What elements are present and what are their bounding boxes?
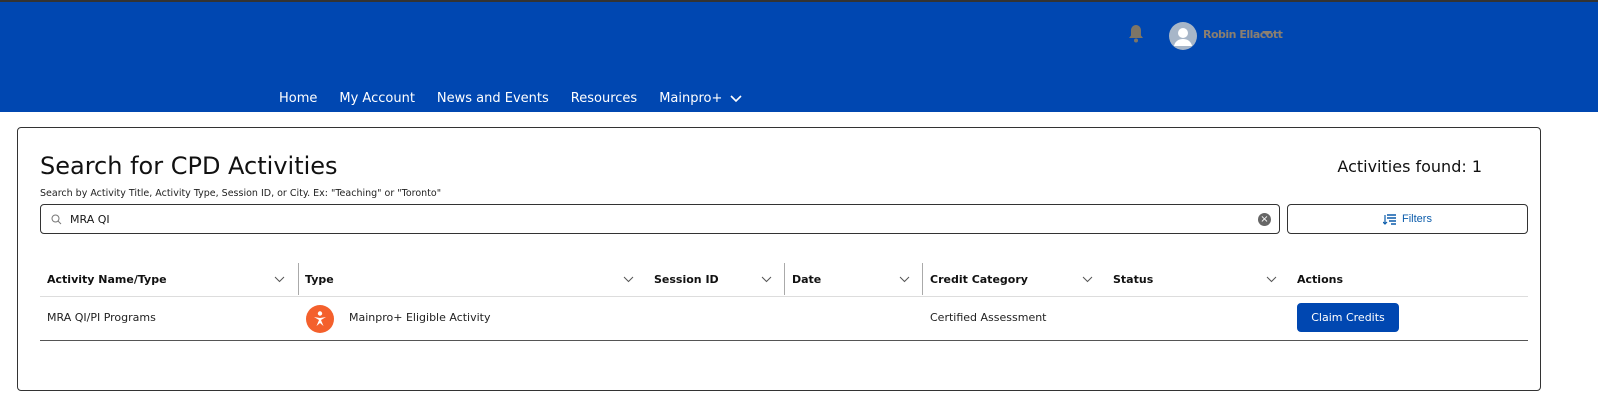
nav-mainpro-label: Mainpro+ [659, 91, 723, 106]
search-icon [51, 214, 62, 224]
col-date[interactable]: Date [792, 273, 821, 286]
search-box: × [40, 204, 1280, 234]
column-divider [784, 263, 785, 295]
table-bottom-border [40, 340, 1528, 341]
column-divider [298, 263, 299, 295]
chevron-down-icon[interactable] [623, 276, 634, 283]
search-input[interactable] [70, 212, 1279, 226]
header-divider [40, 296, 1528, 297]
col-session-id[interactable]: Session ID [654, 273, 719, 286]
chevron-down-icon[interactable] [274, 276, 285, 283]
chevron-down-icon[interactable] [899, 276, 910, 283]
nav-news-and-events[interactable]: News and Events [437, 91, 549, 106]
nav-home[interactable]: Home [279, 91, 317, 106]
clear-icon[interactable]: × [1258, 213, 1271, 226]
chevron-down-icon[interactable] [761, 276, 772, 283]
top-header: Robin Ellacott Home My Account News and … [0, 0, 1598, 112]
chevron-down-icon[interactable] [1082, 276, 1093, 283]
activities-found: Activities found: 1 [1337, 157, 1482, 176]
search-card: Search for CPD Activities Activities fou… [17, 127, 1541, 391]
chevron-down-icon [730, 94, 742, 102]
filters-label: Filters [1402, 213, 1432, 225]
nav-my-account[interactable]: My Account [339, 91, 415, 106]
col-credit-category[interactable]: Credit Category [930, 273, 1028, 286]
col-actions: Actions [1297, 273, 1343, 286]
search-hint: Search by Activity Title, Activity Type,… [40, 188, 442, 199]
filters-button[interactable]: Filters [1287, 204, 1528, 234]
page-title: Search for CPD Activities [40, 152, 338, 180]
col-activity-name[interactable]: Activity Name/Type [47, 273, 167, 286]
col-type[interactable]: Type [305, 273, 334, 286]
main-nav: Home My Account News and Events Resource… [279, 91, 742, 106]
claim-credits-button[interactable]: Claim Credits [1297, 303, 1399, 332]
accessibility-icon [306, 305, 334, 333]
activity-type: Mainpro+ Eligible Activity [349, 311, 491, 324]
caret-down-icon[interactable] [1262, 31, 1272, 36]
col-status[interactable]: Status [1113, 273, 1153, 286]
activity-name: MRA QI/PI Programs [47, 311, 156, 324]
column-divider [922, 263, 923, 295]
bell-icon[interactable] [1127, 24, 1145, 44]
credit-category: Certified Assessment [930, 311, 1047, 324]
filter-icon [1383, 213, 1397, 225]
nav-mainpro[interactable]: Mainpro+ [659, 91, 742, 106]
chevron-down-icon[interactable] [1266, 276, 1277, 283]
avatar[interactable] [1169, 22, 1197, 50]
nav-resources[interactable]: Resources [571, 91, 637, 106]
